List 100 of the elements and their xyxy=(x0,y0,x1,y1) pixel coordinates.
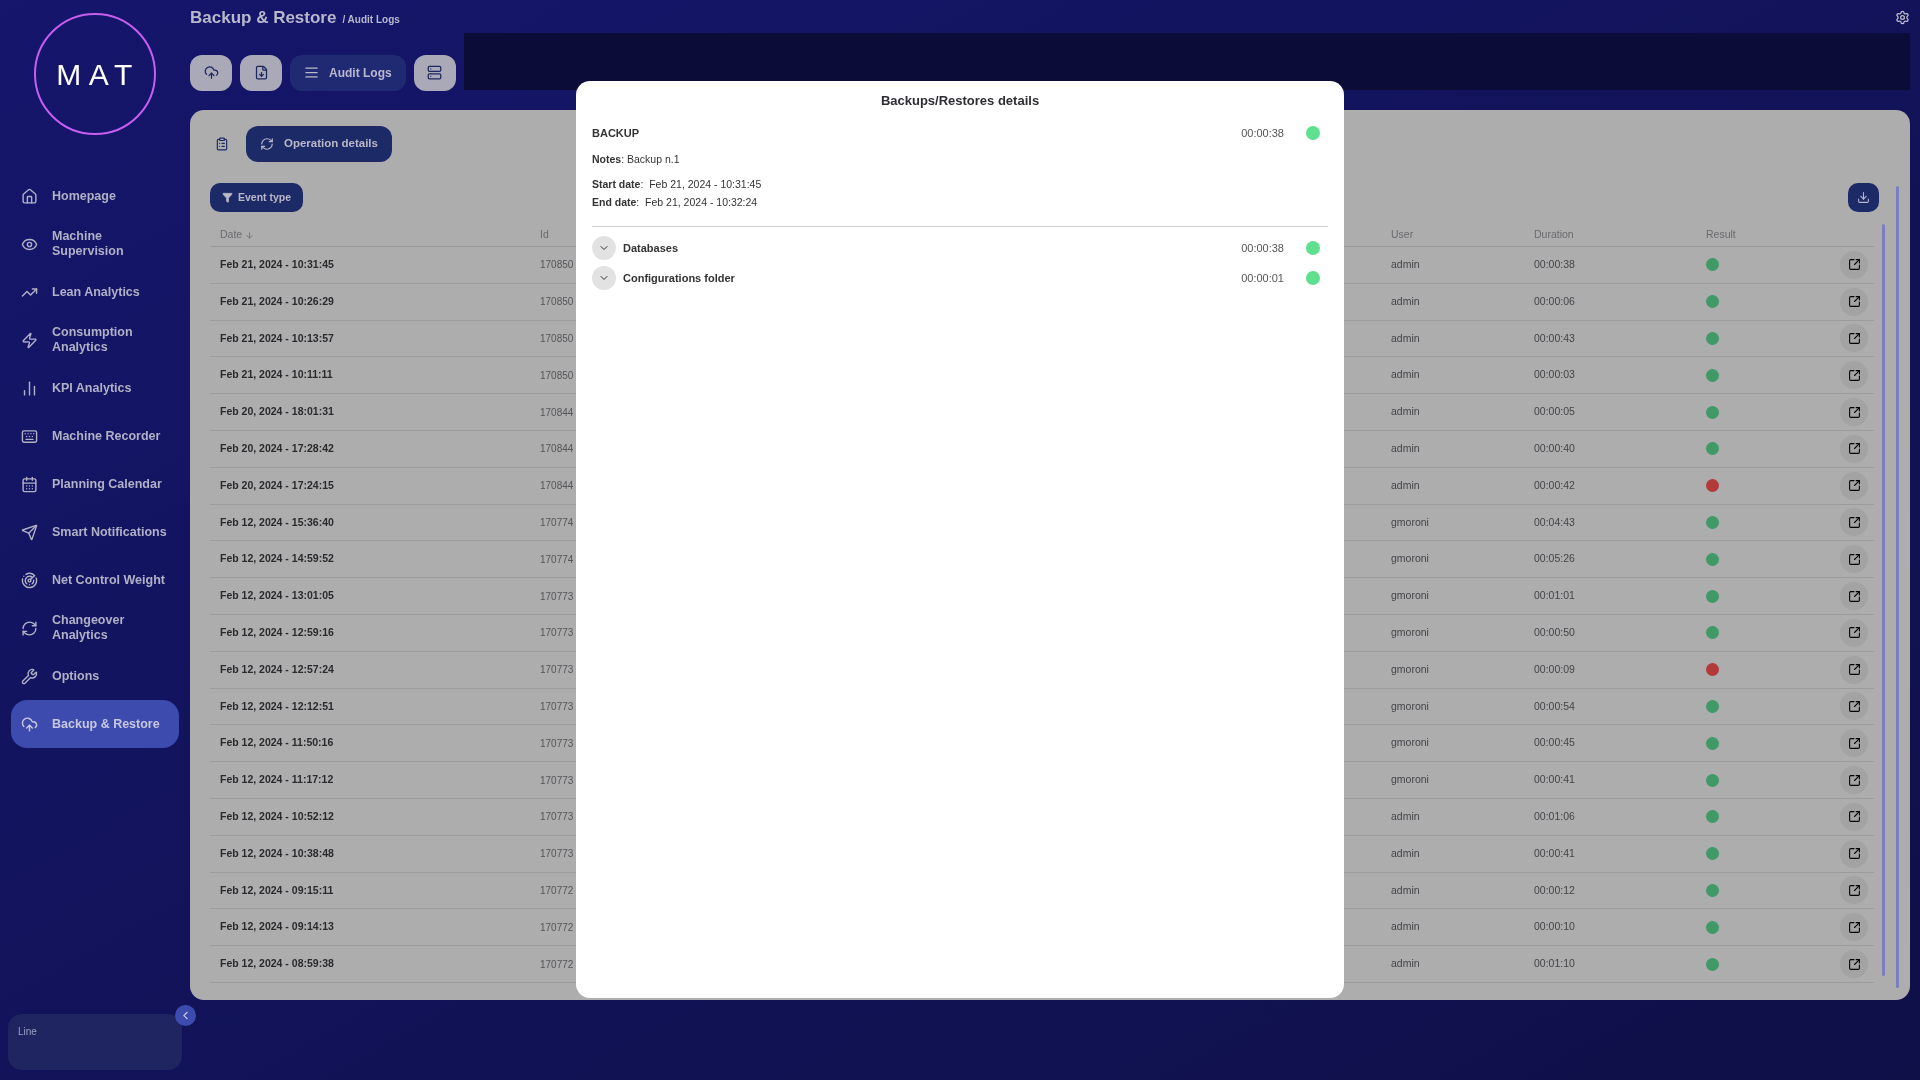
external-link-icon xyxy=(1847,847,1861,861)
open-button[interactable] xyxy=(1840,324,1868,353)
table-cell-text: admin xyxy=(1391,367,1421,383)
external-link-icon xyxy=(1847,957,1861,971)
table-cell-text: Feb 21, 2024 - 10:26:29 xyxy=(220,293,335,309)
external-link-icon xyxy=(1847,589,1861,603)
sidebar-item[interactable]: Consumption Analytics xyxy=(11,316,179,364)
table-cell-text: 170772 xyxy=(540,920,575,935)
open-button[interactable] xyxy=(1840,839,1868,868)
table-cell-text: gmoroni xyxy=(1391,772,1430,788)
open-button[interactable] xyxy=(1840,692,1868,721)
external-link-icon xyxy=(1847,920,1861,934)
table-cell-text: gmoroni xyxy=(1391,735,1430,751)
download-icon xyxy=(1857,191,1870,204)
toolbar-button[interactable] xyxy=(413,54,456,91)
open-button[interactable] xyxy=(1840,471,1868,500)
sidebar-item[interactable]: Lean Analytics xyxy=(11,268,179,316)
table-cell-text: 00:00:50 xyxy=(1534,625,1576,640)
section-duration: 00:00:01 xyxy=(1241,271,1284,286)
open-button[interactable] xyxy=(1840,508,1868,537)
line-card[interactable]: Line xyxy=(8,1014,182,1070)
expand-button[interactable] xyxy=(592,236,616,261)
sidebar-item[interactable]: Smart Notifications xyxy=(11,508,179,556)
scrollbar[interactable] xyxy=(1896,186,1899,988)
open-button[interactable] xyxy=(1840,618,1868,647)
open-button[interactable] xyxy=(1840,398,1868,427)
column-header: User xyxy=(1391,227,1415,243)
sidebar-item[interactable]: Changeover Analytics xyxy=(11,604,179,652)
table-cell-text: 170772 xyxy=(540,957,575,972)
sidebar-item[interactable]: Net Control Weight xyxy=(11,556,179,604)
open-button[interactable] xyxy=(1840,729,1868,758)
table-cell-text: gmoroni xyxy=(1391,698,1430,714)
table-cell-text: Feb 20, 2024 - 17:28:42 xyxy=(220,441,335,456)
external-link-icon xyxy=(1847,442,1861,456)
external-link-icon xyxy=(1847,479,1861,493)
scrollbar[interactable] xyxy=(1882,224,1885,976)
sidebar-item[interactable]: Machine Supervision xyxy=(11,220,179,268)
toolbar-button[interactable] xyxy=(240,54,282,91)
table-cell-text: 170773 xyxy=(540,589,575,604)
open-button[interactable] xyxy=(1840,582,1868,611)
tab[interactable]: Operation details xyxy=(246,126,392,162)
table-cell-text: 00:01:10 xyxy=(1534,956,1576,972)
table-cell-text: 170773 xyxy=(540,736,575,751)
external-link-icon xyxy=(1847,626,1861,640)
open-button[interactable] xyxy=(1840,876,1868,905)
open-button[interactable] xyxy=(1840,913,1868,942)
table-cell-text: gmoroni xyxy=(1391,661,1430,677)
calendar-icon xyxy=(21,475,38,493)
section-title: Databases xyxy=(623,241,680,256)
table-cell-text: admin xyxy=(1391,441,1421,456)
open-button[interactable] xyxy=(1840,287,1868,316)
external-link-icon xyxy=(1847,258,1861,272)
page-title: Backup & Restore xyxy=(190,6,337,29)
column-header: Duration xyxy=(1534,227,1575,243)
sidebar-item[interactable]: Homepage xyxy=(11,172,179,220)
table-cell-text: Feb 12, 2024 - 08:59:38 xyxy=(220,956,335,972)
open-button[interactable] xyxy=(1840,250,1868,279)
collapse-button[interactable] xyxy=(175,1005,196,1026)
table-cell-text: admin xyxy=(1391,882,1421,898)
download-button[interactable] xyxy=(1848,183,1879,212)
radar-icon xyxy=(21,571,38,589)
filter-icon xyxy=(222,192,233,203)
open-button[interactable] xyxy=(1840,766,1868,795)
bar-chart-icon xyxy=(21,379,38,397)
open-button[interactable] xyxy=(1840,950,1868,979)
external-link-icon xyxy=(1847,368,1861,382)
table-cell-text: Feb 12, 2024 - 11:50:16 xyxy=(220,735,335,751)
table-cell-text: admin xyxy=(1391,293,1421,309)
table-cell-text: 00:00:41 xyxy=(1534,845,1576,861)
audit-logs-button[interactable]: Audit Logs xyxy=(290,54,406,91)
open-button[interactable] xyxy=(1840,545,1868,574)
table-cell-text: Feb 20, 2024 - 17:24:15 xyxy=(220,477,335,493)
table-cell-text: Feb 12, 2024 - 10:38:48 xyxy=(220,845,335,861)
open-button[interactable] xyxy=(1840,434,1868,463)
section-duration: 00:00:38 xyxy=(1241,241,1284,256)
sidebar-item[interactable]: Backup & Restore xyxy=(11,700,179,748)
sidebar-item[interactable]: Planning Calendar xyxy=(11,460,179,508)
external-link-icon xyxy=(1847,773,1861,787)
external-link-icon xyxy=(1847,663,1861,677)
open-button[interactable] xyxy=(1840,655,1868,684)
table-cell-text: Feb 12, 2024 - 10:52:12 xyxy=(220,808,335,824)
table-cell-text: 00:00:43 xyxy=(1534,330,1576,346)
event-type-filter[interactable]: Event type xyxy=(210,183,304,212)
column-header: Id xyxy=(540,227,550,243)
open-button[interactable] xyxy=(1840,802,1868,831)
table-cell-text: 170774 xyxy=(540,515,575,530)
table-cell-text: 00:00:03 xyxy=(1534,367,1576,383)
table-cell-text: 170773 xyxy=(540,810,575,825)
sidebar-item[interactable]: Machine Recorder xyxy=(11,412,179,460)
table-cell-text: 00:00:38 xyxy=(1534,257,1576,272)
table-cell-text: 170850 xyxy=(540,368,575,383)
server-icon xyxy=(427,65,443,80)
sidebar-item[interactable]: KPI Analytics xyxy=(11,364,179,412)
sidebar-item[interactable]: Options xyxy=(11,652,179,700)
open-button[interactable] xyxy=(1840,361,1868,390)
toolbar-button[interactable] xyxy=(190,54,232,91)
expand-button[interactable] xyxy=(592,266,616,291)
table-cell-text: 00:00:10 xyxy=(1534,919,1576,935)
table-cell-text: gmoroni xyxy=(1391,514,1430,530)
settings-icon[interactable] xyxy=(1895,10,1910,25)
